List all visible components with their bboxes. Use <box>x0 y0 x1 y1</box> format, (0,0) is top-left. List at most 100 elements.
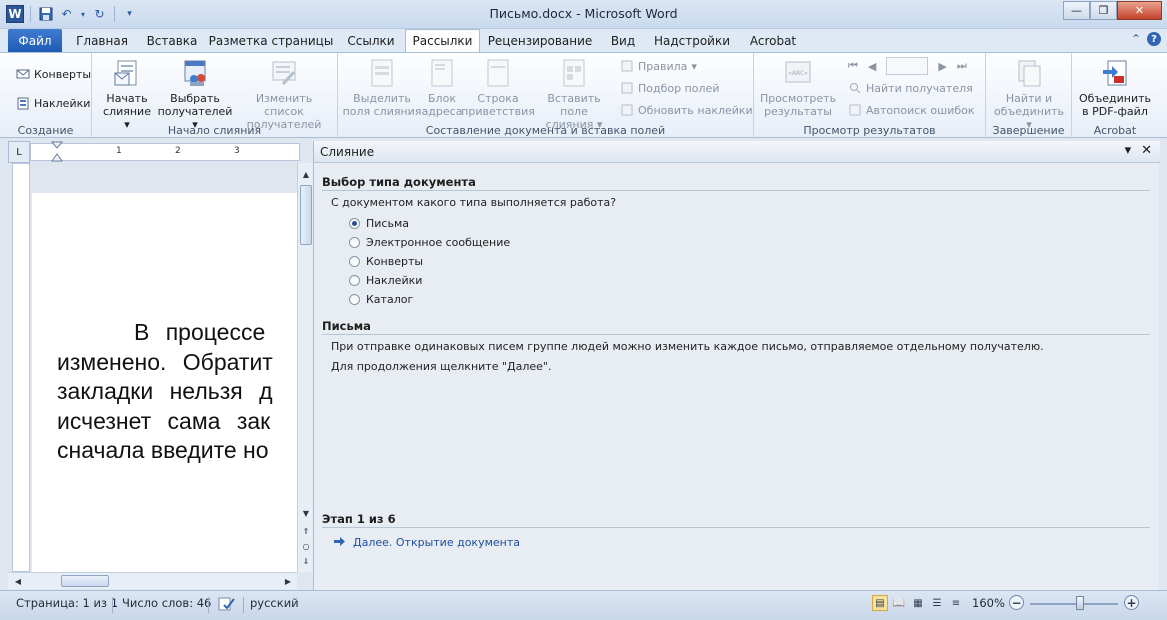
update-labels-button[interactable]: Обновить наклейки <box>620 103 753 117</box>
insert-merge-field-button[interactable]: Вставить поле слияния ▾ <box>534 57 614 131</box>
document-area: L 1 2 3 В процессе изменено. Обратит зак… <box>8 141 313 590</box>
radio-letters[interactable]: Письма <box>349 217 409 230</box>
edit-recipients-button[interactable]: Изменить список получателей <box>236 57 332 131</box>
tab-insert[interactable]: Вставка <box>138 29 206 52</box>
radio-indicator <box>349 275 360 286</box>
page-count[interactable]: Страница: 1 из 1 <box>16 596 118 610</box>
radio-indicator <box>349 294 360 305</box>
labels-button[interactable]: Наклейки <box>16 96 90 110</box>
tab-mailings[interactable]: Рассылки <box>405 29 480 52</box>
last-record-icon[interactable]: ⏭ <box>957 59 967 73</box>
document-page[interactable]: В процессе изменено. Обратит закладки не… <box>32 193 297 572</box>
draft-icon[interactable]: ≡ <box>948 595 964 611</box>
scroll-thumb[interactable] <box>61 575 109 587</box>
envelopes-button[interactable]: Конверты <box>16 67 91 81</box>
scroll-right-icon[interactable]: ▶ <box>280 574 296 588</box>
browse-object-icon[interactable]: ○ <box>298 539 314 553</box>
horizontal-scrollbar[interactable]: ◀ ▶ <box>8 572 297 589</box>
ruler-mark: 1 <box>116 146 122 156</box>
group-label: Начало слияния <box>167 124 262 137</box>
previous-page-icon[interactable]: ⇑ <box>298 524 314 538</box>
preview-results-button[interactable]: «ABC» Просмотреть результаты <box>758 57 838 118</box>
zoom-level[interactable]: 160% <box>972 596 1005 610</box>
tab-home[interactable]: Главная <box>66 29 138 52</box>
merge-to-pdf-button[interactable]: Объединить в PDF-файл <box>1076 57 1154 118</box>
divider <box>112 597 113 613</box>
maximize-button[interactable]: ❐ <box>1090 1 1117 20</box>
radio-labels[interactable]: Наклейки <box>349 274 422 287</box>
start-merge-icon <box>111 57 143 89</box>
zoom-out-button[interactable]: − <box>1009 595 1024 610</box>
radio-indicator <box>349 218 360 229</box>
previous-record-icon[interactable]: ◀ <box>868 60 876 73</box>
recipients-icon <box>179 57 211 89</box>
window-title: Письмо.docx - Microsoft Word <box>489 6 678 21</box>
help-icon[interactable]: ? <box>1147 32 1161 46</box>
radio-email[interactable]: Электронное сообщение <box>349 236 510 249</box>
full-screen-reading-icon[interactable]: 📖 <box>891 595 907 611</box>
first-record-icon[interactable]: ⏮ <box>848 59 858 73</box>
highlight-fields-button[interactable]: Выделить поля слияния <box>342 57 422 118</box>
match-fields-button[interactable]: Подбор полей <box>620 81 719 95</box>
group-write-insert-fields: Выделить поля слияния Блок адреса Строка… <box>338 53 754 139</box>
group-create: Конверты Наклейки Создание <box>0 53 92 139</box>
vertical-ruler[interactable] <box>12 163 30 572</box>
finish-merge-button[interactable]: Найти и объединить ▾ <box>990 57 1068 131</box>
next-record-icon[interactable]: ▶ <box>938 60 946 73</box>
radio-directory[interactable]: Каталог <box>349 293 413 306</box>
outline-icon[interactable]: ☰ <box>929 595 945 611</box>
tab-page-layout[interactable]: Разметка страницы <box>206 29 336 52</box>
horizontal-ruler[interactable]: 1 2 3 <box>30 141 300 163</box>
minimize-ribbon-icon[interactable]: ⌃ <box>1131 32 1141 46</box>
zoom-slider[interactable] <box>1030 603 1118 605</box>
find-recipient-button[interactable]: Найти получателя <box>848 81 973 95</box>
tab-review[interactable]: Рецензирование <box>481 29 599 52</box>
select-recipients-button[interactable]: Выбрать получателей ▾ <box>158 57 232 131</box>
find-recipient-icon <box>848 81 862 95</box>
minimize-button[interactable]: — <box>1063 1 1090 20</box>
radio-envelopes[interactable]: Конверты <box>349 255 423 268</box>
group-start-merge: Начать слияние ▾ Выбрать получателей ▾ И… <box>92 53 338 139</box>
status-bar: Страница: 1 из 1 Число слов: 46 русский … <box>0 590 1167 620</box>
proofing-icon[interactable] <box>218 596 236 612</box>
rules-button[interactable]: Правила ▾ <box>620 59 697 73</box>
record-navigation: ⏮ ◀ ▶ ⏭ <box>848 57 967 75</box>
finish-merge-icon <box>1013 57 1045 89</box>
tab-file[interactable]: Файл <box>8 29 62 52</box>
zoom-in-button[interactable]: + <box>1124 595 1139 610</box>
print-layout-icon[interactable]: ▤ <box>872 595 888 611</box>
auto-check-errors-button[interactable]: Автопоиск ошибок <box>848 103 975 117</box>
scroll-up-icon[interactable]: ▲ <box>298 167 314 181</box>
tab-selector[interactable]: L <box>8 141 30 163</box>
text-line: исчезнет сама зак <box>57 407 271 434</box>
next-page-icon[interactable]: ⇓ <box>298 554 314 568</box>
ribbon-tabs: Файл Главная Вставка Разметка страницы С… <box>0 29 1167 52</box>
zoom-slider-thumb[interactable] <box>1076 596 1084 610</box>
window-controls: — ❐ ✕ <box>1063 1 1162 20</box>
record-number-input[interactable] <box>886 57 929 75</box>
greeting-line-button[interactable]: Строка приветствия <box>461 57 535 118</box>
web-layout-icon[interactable]: ▦ <box>910 595 926 611</box>
word-count[interactable]: Число слов: 46 <box>122 596 211 610</box>
document-text: В процессе изменено. Обратит закладки не… <box>57 318 297 466</box>
indent-marker-icon[interactable] <box>51 141 63 163</box>
tab-acrobat[interactable]: Acrobat <box>738 29 808 52</box>
scroll-thumb[interactable] <box>300 185 312 245</box>
language-indicator[interactable]: русский <box>250 596 299 610</box>
pane-close-icon[interactable]: ✕ <box>1141 143 1152 158</box>
vertical-scrollbar[interactable]: ▲ ▼ ⇑ ○ ⇓ <box>297 163 313 572</box>
start-merge-button[interactable]: Начать слияние ▾ <box>100 57 154 131</box>
pane-menu-icon[interactable]: ▾ <box>1125 143 1132 158</box>
radio-indicator <box>349 237 360 248</box>
scroll-down-icon[interactable]: ▼ <box>298 506 314 520</box>
close-button[interactable]: ✕ <box>1117 1 1162 20</box>
scroll-left-icon[interactable]: ◀ <box>10 574 26 588</box>
section-doc-type: Выбор типа документа <box>322 175 1150 191</box>
tab-references[interactable]: Ссылки <box>337 29 405 52</box>
text-line: изменено. Обратит <box>57 348 273 375</box>
tab-addins[interactable]: Надстройки <box>646 29 738 52</box>
ruler-mark: 3 <box>234 146 240 156</box>
next-step-link[interactable]: Далее. Открытие документа <box>334 536 520 549</box>
tab-view[interactable]: Вид <box>600 29 646 52</box>
address-block-button[interactable]: Блок адреса <box>422 57 462 118</box>
